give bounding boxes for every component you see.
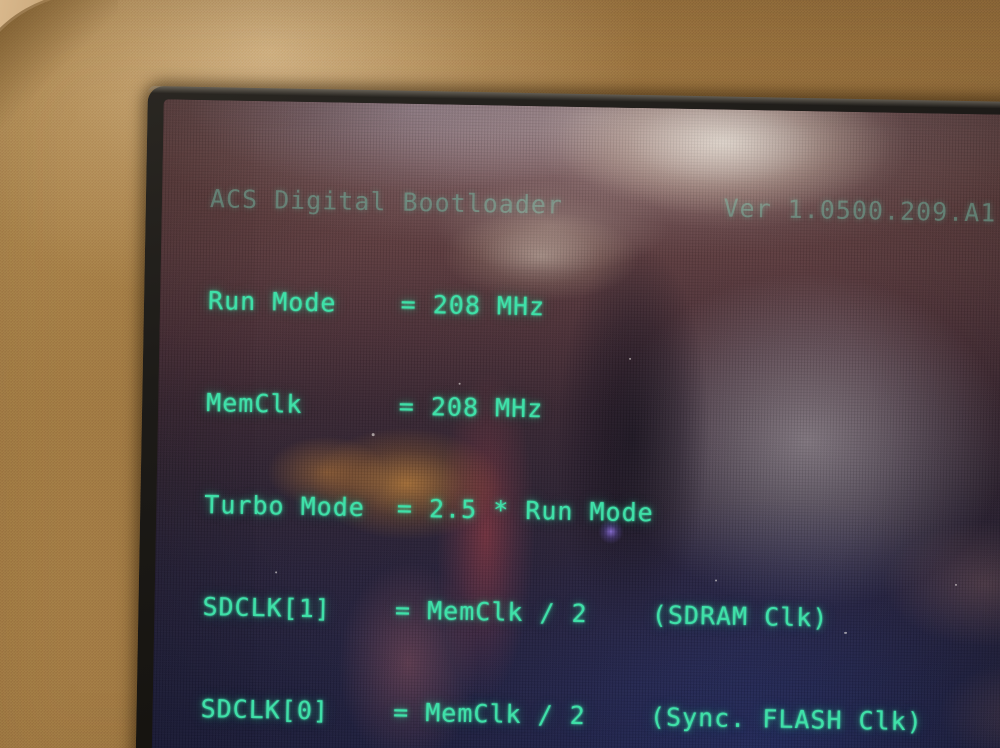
- display-bezel: ACS Digital Bootloader Ver 1.0500.209.A1…: [135, 86, 1000, 748]
- dust-speck: [371, 433, 375, 437]
- dust-speck: [629, 357, 632, 360]
- dust-speck: [954, 583, 958, 586]
- panel-corner-shadow: [0, 0, 118, 140]
- console-line-sdclk-1: SDCLK[1] = MemClk / 2 (SDRAM Clk): [202, 592, 829, 633]
- dust-speck: [844, 631, 848, 634]
- photo-of-embedded-terminal: ACS Digital Bootloader Ver 1.0500.209.A1…: [0, 0, 1000, 748]
- display-screen[interactable]: ACS Digital Bootloader Ver 1.0500.209.A1…: [151, 99, 1000, 748]
- console-line-run-mode: Run Mode = 208 MHz: [207, 286, 546, 322]
- console-line-turbo-mode: Turbo Mode = 2.5 * Run Mode: [204, 490, 654, 528]
- dust-speck: [458, 382, 461, 385]
- dust-speck: [275, 571, 278, 574]
- dust-speck: [715, 579, 718, 582]
- console-line-mem-clk: MemClk = 208 MHz: [205, 388, 544, 424]
- bootloader-console-output: ACS Digital Bootloader Ver 1.0500.209.A1…: [193, 114, 1000, 748]
- console-line-banner: ACS Digital Bootloader Ver 1.0500.209.A1…: [209, 184, 1000, 229]
- console-line-sdclk-0: SDCLK[0] = MemClk / 2 (Sync. FLASH Clk): [200, 694, 924, 737]
